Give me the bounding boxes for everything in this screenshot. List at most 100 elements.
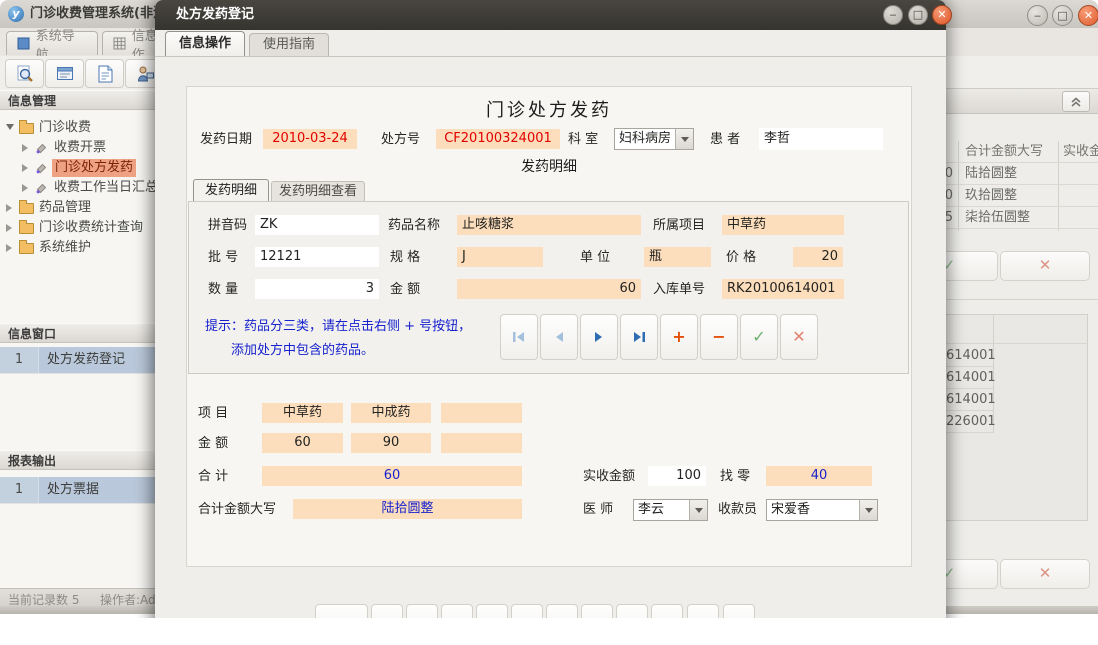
patient-input[interactable]: 李哲 [759, 128, 883, 150]
category-label: 所属项目 [653, 215, 705, 237]
list-item-prescription-dispense-register[interactable]: 1 处方发药登记 [0, 347, 156, 374]
screen-bottom-blank [0, 618, 1098, 645]
cell-stockin-no[interactable]: 614001 [946, 389, 996, 411]
spec-field[interactable]: J [457, 247, 543, 267]
card-view-button[interactable] [45, 59, 84, 88]
dialog-maximize-button[interactable]: □ [908, 5, 928, 25]
last-record-button[interactable] [620, 314, 658, 360]
collapse-arrow-icon[interactable] [6, 224, 12, 232]
dispense-date-field[interactable]: 2010-03-24 [263, 129, 357, 149]
category-field[interactable]: 中草药 [722, 215, 844, 235]
tab-user-guide[interactable]: 使用指南 [249, 33, 329, 56]
doctor-label: 医 师 [583, 499, 613, 521]
list-item-prescription-receipt[interactable]: 1 处方票据 [0, 477, 156, 504]
stockin-no-field[interactable]: RK20100614001 [722, 279, 844, 299]
main-maximize-button[interactable]: □ [1052, 5, 1073, 26]
tree-item-prescription-dispense[interactable]: 门诊处方发药 [0, 158, 156, 178]
check-icon: ✓ [752, 329, 765, 345]
main-minimize-button[interactable]: ‒ [1027, 5, 1048, 26]
cancel-button[interactable]: ✕ [1000, 251, 1090, 281]
tree-item-daily-summary[interactable]: 收费工作当日汇总 [0, 178, 156, 198]
next-record-icon [593, 331, 605, 343]
tab-dispense-detail[interactable]: 发药明细 [193, 179, 269, 201]
cancel-button[interactable]: ✕ [1000, 559, 1090, 589]
total-label: 合 计 [198, 466, 228, 488]
tree-item-system-maintenance[interactable]: 系统维护 [0, 238, 156, 258]
tool-icon [35, 162, 48, 175]
amount-cell-1: 60 [262, 433, 343, 453]
tab-dispense-detail-view[interactable]: 发药明细查看 [271, 181, 365, 201]
drug-name-field[interactable]: 止咳糖浆 [457, 215, 641, 235]
received-label: 实收金额 [583, 466, 635, 488]
cashier-value: 宋爱香 [767, 500, 859, 520]
search-icon [15, 64, 35, 84]
doctor-select[interactable]: 李云 [633, 499, 708, 521]
total-caps-field: 陆拾圆整 [293, 499, 522, 519]
add-record-button[interactable]: + [660, 314, 698, 360]
tab-info-operation[interactable]: 信息操作 [165, 31, 245, 56]
column-header-amount-caps[interactable]: 合计金额大写 [965, 141, 1043, 163]
section-header-info-window: 信息窗口 [0, 323, 156, 343]
cell-amount-caps[interactable]: 柒拾伍圆整 [965, 207, 1030, 229]
list-item-label: 处方票据 [39, 477, 99, 503]
received-input[interactable]: 100 [648, 466, 706, 486]
collapse-arrow-icon[interactable] [22, 184, 28, 192]
dropdown-button[interactable] [675, 129, 693, 149]
hint-line-1: 提示：药品分三类，请在点击右侧 + 号按钮， [205, 315, 471, 334]
post-record-button[interactable]: ✓ [740, 314, 778, 360]
cashier-select[interactable]: 宋爱香 [766, 499, 878, 521]
expand-arrow-icon[interactable] [6, 124, 14, 130]
cell-stockin-no[interactable]: 226001 [946, 411, 996, 433]
tree-item-fee-invoice[interactable]: 收费开票 [0, 138, 156, 158]
main-close-button[interactable]: ✕ [1078, 5, 1098, 26]
price-label: 价 格 [726, 247, 756, 269]
pinyin-input[interactable]: ZK [255, 215, 379, 235]
cell-amount-caps[interactable]: 陆拾圆整 [965, 163, 1017, 185]
document-view-button[interactable] [85, 59, 124, 88]
collapse-panel-button[interactable] [1062, 91, 1090, 112]
tree-item-fee-stats-query[interactable]: 门诊收费统计查询 [0, 218, 156, 238]
department-select[interactable]: 妇科病房 [614, 128, 694, 150]
dialog-titlebar[interactable]: 处方发药登记 ‒ □ ✕ [155, 0, 946, 30]
dispense-date-label: 发药日期 [200, 129, 252, 151]
collapse-arrow-icon[interactable] [6, 204, 12, 212]
summary-amount-label: 金 额 [198, 433, 228, 455]
tool-icon [35, 182, 48, 195]
collapse-arrow-icon[interactable] [22, 144, 28, 152]
cell-stockin-no[interactable]: 614001 [946, 367, 996, 389]
cross-icon: ✕ [1039, 256, 1052, 274]
amount-label: 金 额 [390, 279, 420, 301]
change-label: 找 零 [720, 466, 750, 488]
collapse-arrow-icon[interactable] [6, 244, 12, 252]
delete-record-button[interactable]: − [700, 314, 738, 360]
unit-field[interactable]: 瓶 [644, 247, 711, 267]
price-field[interactable]: 20 [793, 247, 843, 267]
tree-item-outpatient-fee[interactable]: 门诊收费 [0, 118, 156, 138]
next-record-button[interactable] [580, 314, 618, 360]
dialog-minimize-button[interactable]: ‒ [883, 5, 903, 25]
dropdown-button[interactable] [689, 500, 707, 520]
folder-icon [19, 243, 34, 254]
hint-line-2: 添加处方中包含的药品。 [231, 339, 374, 358]
cancel-record-button[interactable]: ✕ [780, 314, 818, 360]
batch-no-input[interactable]: 12121 [255, 247, 379, 267]
column-header-received[interactable]: 实收金额 [1063, 141, 1098, 163]
item-cell-1: 中草药 [262, 403, 343, 423]
cross-icon: ✕ [792, 329, 805, 345]
tree-item-drug-management[interactable]: 药品管理 [0, 198, 156, 218]
prescription-no-field[interactable]: CF20100324001 [436, 129, 560, 149]
cell-stockin-no[interactable]: 614001 [946, 345, 996, 367]
tree-item-label: 药品管理 [39, 199, 91, 217]
prior-record-button[interactable] [540, 314, 578, 360]
collapse-arrow-icon[interactable] [22, 164, 28, 172]
dropdown-button[interactable] [859, 500, 877, 520]
preview-search-button[interactable] [5, 59, 44, 88]
dialog-close-button[interactable]: ✕ [932, 5, 952, 25]
folder-icon [19, 203, 34, 214]
cell-amount-caps[interactable]: 玖拾圆整 [965, 185, 1017, 207]
amount-field[interactable]: 60 [457, 279, 641, 299]
tool-icon [35, 142, 48, 155]
tab-system-navigation[interactable]: 系统导航 [6, 31, 98, 55]
first-record-button[interactable] [500, 314, 538, 360]
quantity-input[interactable]: 3 [255, 279, 379, 299]
